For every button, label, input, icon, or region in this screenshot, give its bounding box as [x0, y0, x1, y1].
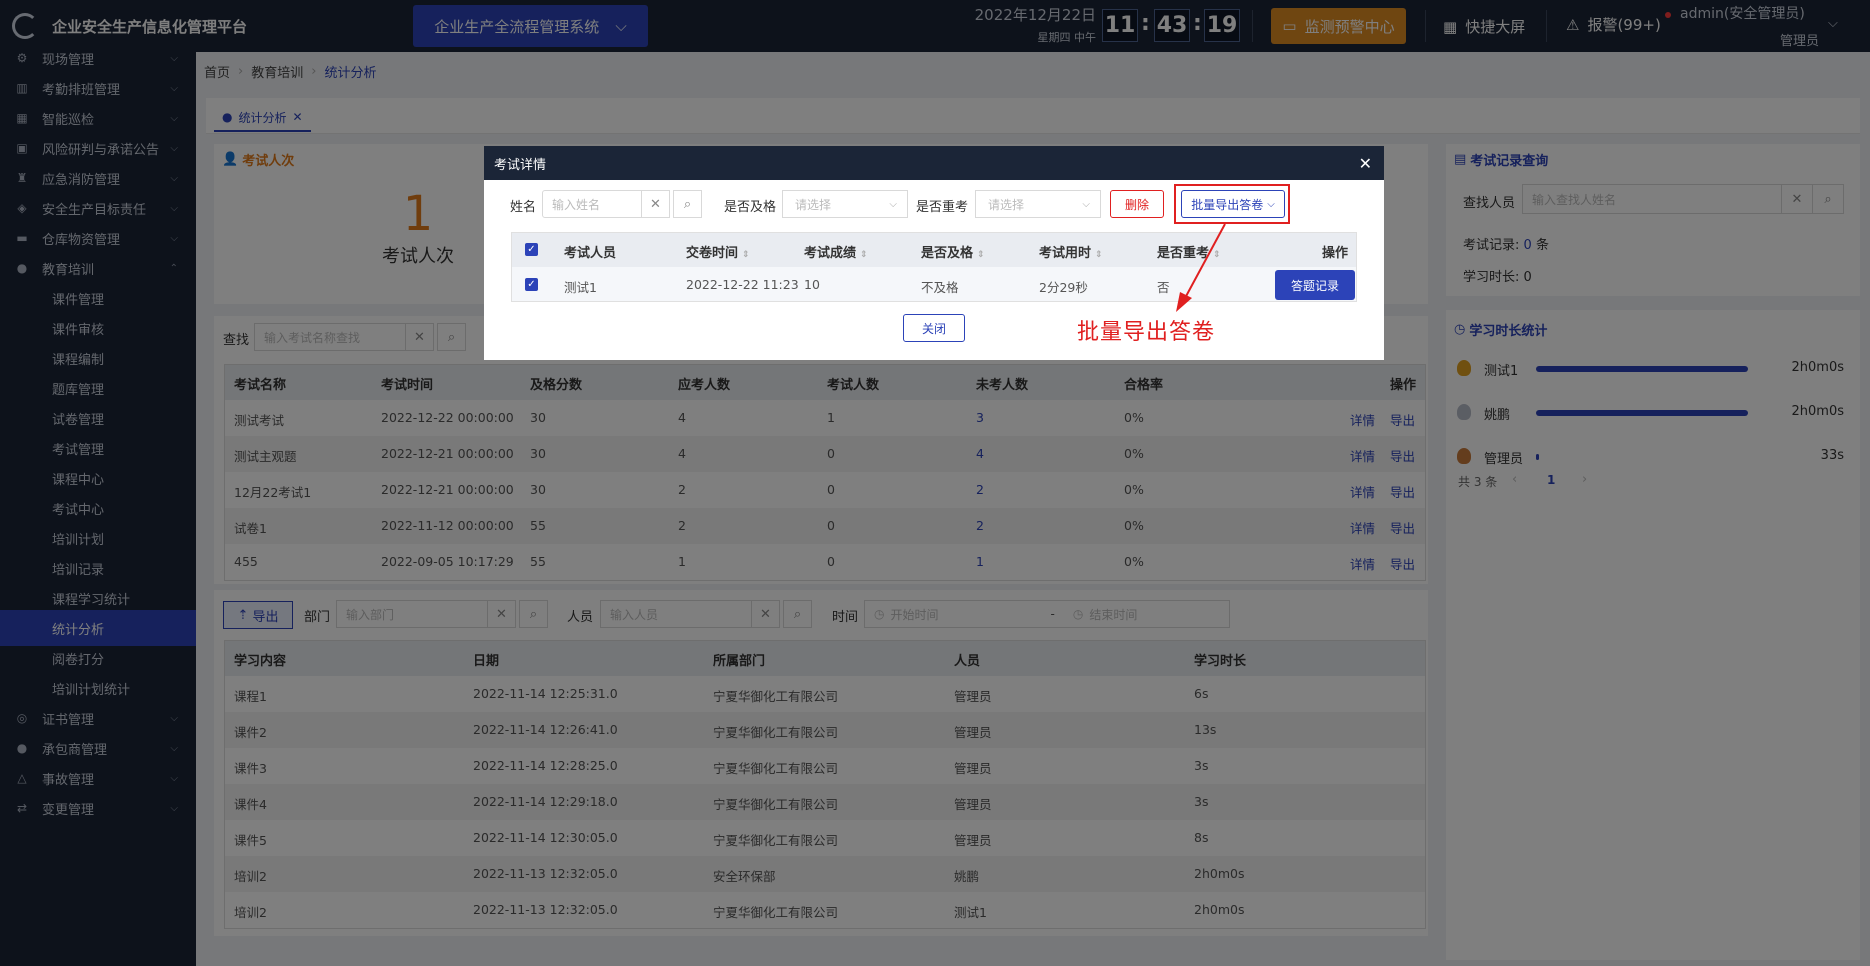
modal-header: 考试详情 — [484, 146, 1384, 180]
modal-title: 考试详情 — [494, 157, 547, 173]
modal-table-header-cell: 考试成绩 ⇕ — [804, 242, 868, 261]
modal-overlay — [0, 0, 1870, 966]
modal-cell-pass: 不及格 — [921, 280, 959, 295]
answer-record-button[interactable]: 答题记录 — [1275, 270, 1355, 300]
modal-cell-person: 测试1 — [564, 280, 597, 295]
pass-select[interactable]: 请选择 ⌵ — [782, 190, 908, 218]
modal-cell-score: 10 — [804, 277, 820, 292]
delete-button[interactable]: 删除 — [1110, 190, 1164, 218]
pass-label: 是否及格 — [724, 200, 777, 215]
modal-cell-duration: 2分29秒 — [1039, 280, 1088, 295]
retake-select-placeholder: 请选择 — [988, 197, 1025, 212]
close-icon[interactable]: ✕ — [1359, 154, 1372, 173]
modal-table-header-cell: 操作 — [1322, 242, 1348, 261]
exam-detail-modal: 考试详情 ✕ 姓名 输入姓名 ✕ ⌕ 是否及格 请选择 ⌵ 是否重考 请选择 ⌵ 删… — [484, 146, 1384, 360]
annotation-text: 批量导出答卷 — [1077, 320, 1216, 345]
chevron-down-icon: ⌵ — [1082, 198, 1090, 210]
modal-table-header-cell: 考试人员 — [564, 242, 616, 261]
modal-header-text: 交卷时间 — [686, 246, 739, 261]
modal-header-text: 考试成绩 — [804, 246, 857, 261]
modal-table-header-cell: 考试用时 ⇕ — [1039, 242, 1103, 261]
row-checkbox[interactable]: ✓ — [525, 278, 538, 291]
modal-header-text: 操作 — [1322, 246, 1349, 261]
modal-table-header-cell: 交卷时间 ⇕ — [686, 242, 750, 261]
modal-header-text: 是否及格 — [921, 246, 974, 261]
close-button[interactable]: 关闭 — [903, 314, 965, 342]
chevron-down-icon: ⌵ — [889, 198, 897, 210]
batch-export-label: 批量导出答卷 — [1191, 197, 1264, 212]
select-all-checkbox[interactable]: ✓ — [525, 243, 538, 256]
search-icon[interactable]: ⌕ — [673, 190, 702, 218]
sort-icon[interactable]: ⇕ — [742, 250, 750, 260]
chevron-down-icon: ⌵ — [1267, 198, 1275, 210]
retake-select[interactable]: 请选择 ⌵ — [975, 190, 1101, 218]
modal-table-header-cell: 是否及格 ⇕ — [921, 242, 985, 261]
clear-icon[interactable]: ✕ — [641, 190, 670, 218]
retake-label: 是否重考 — [916, 200, 969, 215]
batch-export-button[interactable]: 批量导出答卷 ⌵ — [1181, 190, 1285, 218]
name-label: 姓名 — [510, 200, 537, 215]
modal-cell-retake: 否 — [1157, 280, 1170, 295]
annotation-arrow-icon — [1176, 223, 1226, 312]
sort-icon[interactable]: ⇕ — [977, 250, 985, 260]
modal-header-text: 考试用时 — [1039, 246, 1092, 261]
pass-select-placeholder: 请选择 — [795, 197, 832, 212]
sort-icon[interactable]: ⇕ — [1095, 250, 1103, 260]
name-input[interactable]: 输入姓名 — [542, 190, 642, 218]
modal-header-text: 考试人员 — [564, 246, 617, 261]
modal-cell-submit: 2022-12-22 11:23 — [686, 277, 799, 292]
sort-icon[interactable]: ⇕ — [860, 250, 868, 260]
